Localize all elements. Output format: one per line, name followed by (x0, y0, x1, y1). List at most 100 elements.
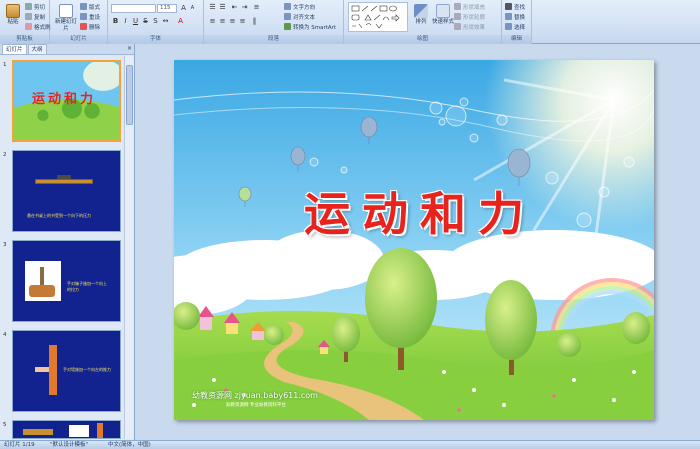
replace-button[interactable]: 替换 (505, 12, 525, 21)
book-shape (57, 175, 71, 179)
shapes-gallery-icons (351, 5, 400, 29)
cut-button[interactable]: 剪切 (25, 2, 45, 11)
shape-fill-button[interactable]: 形状填充 (454, 2, 485, 11)
smartart-icon (284, 23, 291, 30)
font-group-label: 字体 (108, 35, 203, 44)
clipboard-group-label: 剪贴板 (0, 35, 49, 44)
clipboard-group: 粘贴 剪切 复制 格式刷 剪贴板 (0, 0, 51, 44)
justify-icon[interactable]: ≡ (238, 17, 247, 26)
numbering-icon[interactable]: ☰ (218, 3, 227, 12)
slide-thumbnail-5[interactable] (12, 420, 121, 439)
shape-effects-button[interactable]: 形状效果 (454, 22, 485, 31)
slide-editor: 运动和力 幼教资源网 zjyuan.baby611.com 幼教资源网 专业幼教… (136, 44, 700, 440)
box-shape (29, 285, 55, 297)
bold-icon[interactable]: B (111, 17, 120, 26)
delete-slide-button[interactable]: 删除 (80, 22, 100, 31)
slide-thumbnail-3[interactable]: 手对箱子施加一个向上的拉力 (12, 240, 121, 322)
align-left-icon[interactable]: ≡ (208, 17, 217, 26)
quick-styles-icon (436, 4, 450, 18)
align-center-icon[interactable]: ≡ (218, 17, 227, 26)
ribbon: 粘贴 剪切 复制 格式刷 剪贴板 新建幻灯片 版式 重设 删除 幻灯片 115 … (0, 0, 700, 44)
close-icon[interactable]: × (127, 44, 132, 54)
slide-thumbnail-2[interactable]: 悬在书桌上的书受到一个向下的压力 (12, 150, 121, 232)
align-text-button[interactable]: 对齐文本 (284, 12, 315, 21)
grow-font-icon[interactable]: A (179, 4, 188, 13)
line-spacing-icon[interactable]: ≡ (252, 3, 261, 12)
tab-outline[interactable]: 大纲 (27, 44, 47, 54)
editing-group: 查找 替换 选择 编辑 (502, 0, 532, 44)
format-painter-button[interactable]: 格式刷 (25, 22, 51, 31)
decrease-indent-icon[interactable]: ⇤ (230, 3, 239, 12)
delete-icon (80, 23, 87, 30)
select-button[interactable]: 选择 (505, 22, 525, 31)
editing-group-label: 编辑 (502, 35, 531, 44)
layout-button[interactable]: 版式 (80, 2, 100, 11)
replace-icon (505, 13, 512, 20)
new-slide-icon (59, 4, 73, 18)
thumb-number: 5 (3, 422, 7, 428)
font-group: 115 A A B I U S S ↔ A 字体 (108, 0, 204, 44)
shapes-gallery[interactable] (348, 2, 408, 32)
increase-indent-icon[interactable]: ⇥ (240, 3, 249, 12)
paragraph-group-label: 段落 (204, 35, 343, 44)
slide-thumbnail-1[interactable]: 运动和力 (12, 60, 121, 142)
binoculars-icon (505, 3, 512, 10)
thumb-number: 4 (3, 332, 7, 338)
paste-button[interactable]: 粘贴 (2, 2, 24, 33)
char-spacing-icon[interactable]: ↔ (161, 17, 170, 26)
thumb-5-shape (69, 425, 89, 437)
thumb-4-caption: 手对墙施加一个向左的推力 (63, 367, 111, 372)
copy-button[interactable]: 复制 (25, 12, 45, 21)
thumb-2-caption: 悬在书桌上的书受到一个向下的压力 (27, 213, 91, 218)
bullets-icon[interactable]: ☰ (208, 3, 217, 12)
theme-name: "默认设计模板" (50, 442, 89, 448)
paste-icon (6, 4, 20, 18)
thumb-number: 3 (3, 242, 7, 248)
find-button[interactable]: 查找 (505, 2, 525, 11)
shape-outline-button[interactable]: 形状轮廓 (454, 12, 485, 21)
text-direction-button[interactable]: 文字方向 (284, 2, 315, 11)
drawing-group-label: 绘图 (344, 35, 501, 44)
smartart-button[interactable]: 转换为 SmartArt (284, 22, 336, 31)
align-text-icon (284, 13, 291, 20)
brush-icon (25, 23, 32, 30)
slide-canvas[interactable]: 运动和力 幼教资源网 zjyuan.baby611.com 幼教资源网 专业幼教… (174, 60, 654, 420)
paragraph-group: ☰ ☰ ⇤ ⇥ ≡ ≡ ≡ ≡ ≡ ‖ 文字方向 对齐文本 转换为 SmartA… (204, 0, 344, 44)
slides-panel: 幻灯片 大纲 × 1 运动和力 2 悬在书桌上的书受到一个向下的压力 3 手对箱… (0, 44, 135, 440)
copy-icon (25, 13, 32, 20)
thumb-1-title: 运动和力 (32, 92, 97, 107)
font-size-box[interactable]: 115 (157, 4, 177, 13)
language-indicator[interactable]: 中文(简体，中国) (108, 441, 151, 449)
thumb-number: 2 (3, 152, 7, 158)
thumb-number: 1 (3, 62, 7, 68)
italic-icon[interactable]: I (121, 17, 130, 26)
reset-button[interactable]: 重设 (80, 12, 100, 21)
new-slide-button[interactable]: 新建幻灯片 (54, 2, 78, 33)
font-name-box[interactable] (111, 4, 156, 13)
reset-icon (80, 13, 87, 20)
thumb-5-shape (23, 429, 53, 435)
slide-title[interactable]: 运动和力 (270, 178, 570, 244)
thumb-5-shape (97, 423, 103, 438)
shrink-font-icon[interactable]: A (188, 4, 197, 13)
text-direction-icon (284, 3, 291, 10)
watermark-text: 幼教资源网 zjyuan.baby611.com (192, 391, 318, 400)
hand-shape (35, 367, 49, 372)
panel-scrollbar[interactable] (124, 56, 133, 439)
tab-slides[interactable]: 幻灯片 (2, 44, 27, 54)
table-shape (35, 179, 93, 184)
quick-styles-button[interactable]: 快速样式 (432, 2, 454, 33)
scissors-icon (25, 3, 32, 10)
align-right-icon[interactable]: ≡ (228, 17, 237, 26)
shadow-icon[interactable]: S (151, 17, 160, 26)
underline-icon[interactable]: U (131, 17, 140, 26)
cursor-icon (505, 23, 512, 30)
scrollbar-thumb[interactable] (126, 65, 133, 125)
pen-icon (454, 13, 461, 20)
slide-thumbnail-4[interactable]: 手对墙施加一个向左的推力 (12, 330, 121, 412)
font-color-icon[interactable]: A (176, 17, 185, 26)
strikethrough-icon[interactable]: S (141, 17, 150, 26)
columns-icon[interactable]: ‖ (250, 17, 259, 26)
arrange-button[interactable]: 排列 (410, 2, 432, 33)
fill-bucket-icon (454, 3, 461, 10)
